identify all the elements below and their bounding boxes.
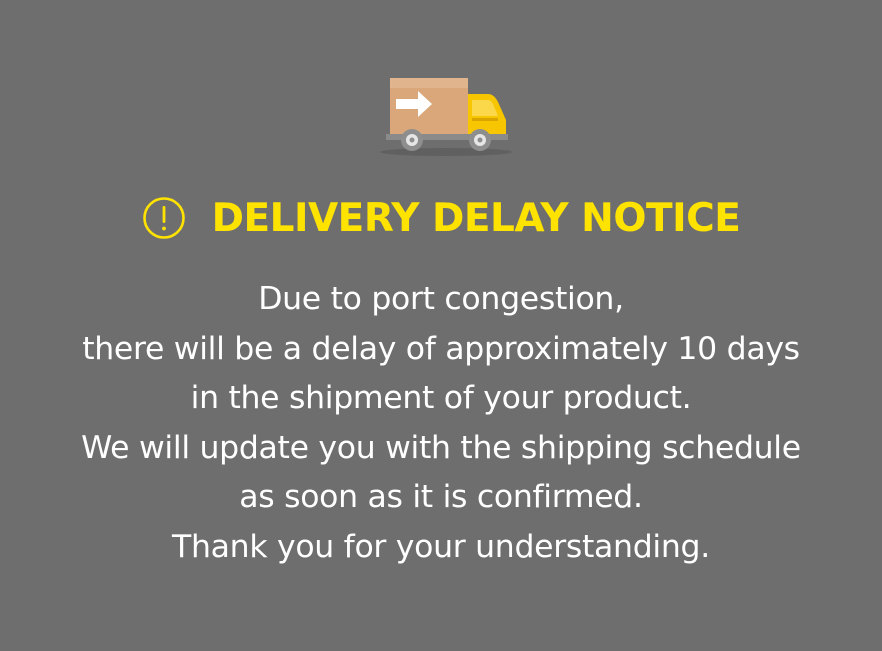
- delivery-delay-notice: DELIVERY DELAY NOTICE Due to port conges…: [0, 0, 882, 651]
- notice-header: DELIVERY DELAY NOTICE: [0, 188, 882, 248]
- notice-message: Due to port congestion, there will be a …: [0, 275, 882, 573]
- message-line: We will update you with the shipping sch…: [81, 429, 801, 466]
- message-line: Due to port congestion,: [258, 281, 624, 317]
- message-line: there will be a delay of approximately 1…: [82, 330, 800, 367]
- exclamation-circle-icon: [142, 197, 185, 239]
- message-line: as soon as it is confirmed.: [239, 479, 643, 516]
- message-line: Thank you for your understanding.: [172, 528, 710, 565]
- message-line: in the shipment of your product.: [190, 380, 692, 417]
- notice-title: DELIVERY DELAY NOTICE: [211, 195, 741, 241]
- delivery-truck-icon: [376, 72, 512, 158]
